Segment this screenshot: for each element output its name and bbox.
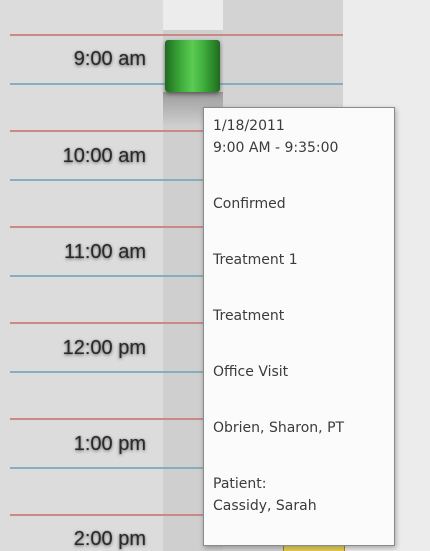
appointment-category: Treatment [213, 308, 285, 324]
appointment-visit-type: Office Visit [213, 364, 289, 380]
time-label: 11:00 am [64, 241, 146, 263]
column-header [163, 0, 223, 30]
time-label: 9:00 am [73, 48, 146, 70]
appointment-room: Treatment 1 [213, 252, 298, 268]
time-label: 10:00 am [62, 145, 146, 167]
day-schedule-view: 9:00 am 10:00 am 11:00 am 12:00 pm 1:00 … [0, 0, 430, 551]
patient-label: Patient: [213, 476, 267, 492]
appointment-tooltip: 1/18/2011 9:00 AM - 9:35:00 Confirmed Tr… [203, 107, 395, 546]
appointment-date: 1/18/2011 [213, 118, 285, 134]
patient-name: Cassidy, Sarah [213, 498, 317, 514]
time-label: 1:00 pm [73, 433, 146, 455]
hour-line [10, 34, 343, 36]
appointment-provider: Obrien, Sharon, PT [213, 420, 345, 436]
appointment-time-range: 9:00 AM - 9:35:00 [213, 140, 339, 156]
time-label: 2:00 pm [73, 528, 146, 550]
appointment-block[interactable] [165, 40, 220, 92]
time-label: 12:00 pm [62, 337, 146, 359]
appointment-status: Confirmed [213, 196, 286, 212]
